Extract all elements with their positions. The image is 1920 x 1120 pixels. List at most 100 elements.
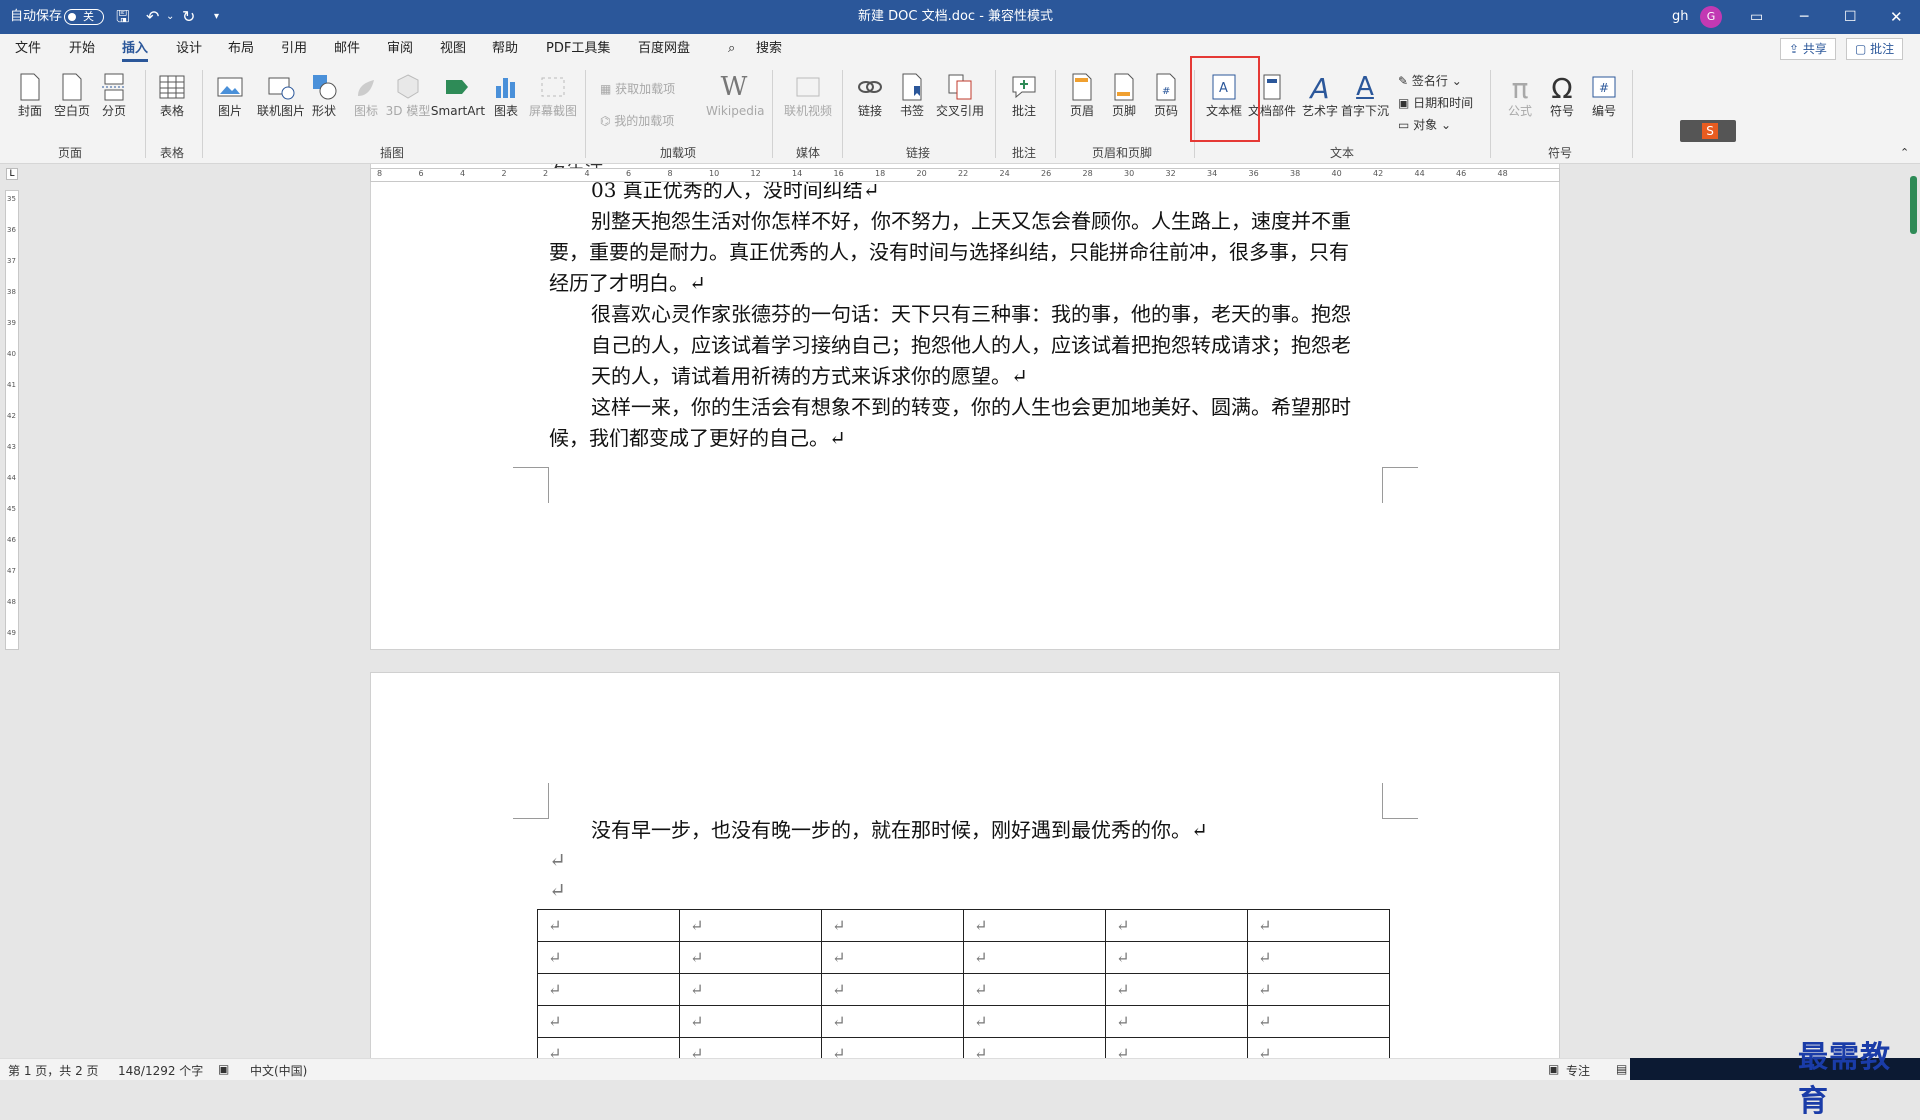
tab-home[interactable]: 开始 [69,34,95,64]
language-indicator[interactable]: 中文(中国) [250,1062,307,1079]
empty-paragraph[interactable]: ↵ [549,845,566,876]
customize-qat-icon[interactable]: ▾ [214,0,219,34]
symbol-button[interactable]: Ω 符号 [1538,68,1586,140]
maximize-icon[interactable]: ☐ [1844,0,1857,34]
header-button[interactable]: 页眉 [1058,68,1106,140]
table-cell[interactable]: ↵ [821,1005,964,1038]
table-cell[interactable]: ↵ [679,909,822,942]
table-cell[interactable]: ↵ [1247,973,1390,1006]
table-cell[interactable]: ↵ [1247,1005,1390,1038]
search-icon[interactable]: ⌕ [728,34,735,64]
table-cell[interactable]: ↵ [679,941,822,974]
tab-mailings[interactable]: 邮件 [334,34,360,64]
proofing-icon[interactable]: ▣ [218,1062,229,1076]
table-cell[interactable]: ↵ [963,1005,1106,1038]
page-indicator[interactable]: 第 1 页，共 2 页 [8,1062,99,1079]
redo-icon[interactable]: ↻ [182,0,195,34]
table-cell[interactable]: ↵ [1247,1037,1390,1058]
link-button[interactable]: 链接 [846,68,894,140]
table-cell[interactable]: ↵ [537,909,680,942]
smartart-button[interactable]: SmartArt [430,68,486,140]
avatar[interactable]: G [1700,6,1722,28]
page-break-button[interactable]: 分页 [90,68,138,140]
save-icon[interactable]: 🖫 [116,0,130,34]
ime-toolbar[interactable]: S [1680,120,1736,142]
horizontal-ruler[interactable]: 8 6 4 2 2 4 6 8 10 12 14 16 18 20 22 24 26 28 30 32 34 36 38 40… [370,168,1560,182]
my-addins-button[interactable]: ⌬ 我的加载项 [600,112,674,129]
table-cell[interactable]: ↵ [537,1037,680,1058]
cross-reference-button[interactable]: 交叉引用 [932,68,988,140]
table-cell[interactable]: ↵ [537,1005,680,1038]
table-cell[interactable]: ↵ [1247,941,1390,974]
document-workspace[interactable]: L 发生活。 03 真正优秀的人，没时间纠结↵ 别整天抱怨生活对你怎样不好，你不… [0,164,1920,1058]
view-mode-icon[interactable]: ▤ [1616,1062,1627,1076]
paragraph-1-line-2[interactable]: 要，重要的是耐力。真正优秀的人，没有时间与选择纠结，只能拼命往前冲，很多事，只有 [549,237,1349,268]
3d-models-button[interactable]: 3D 模型 [384,68,432,140]
paragraph-2-line-1[interactable]: 很喜欢心灵作家张德芬的一句话：天下只有三种事：我的事，他的事，老天的事。抱怨 [591,299,1351,330]
tab-design[interactable]: 设计 [176,34,202,64]
table-cell[interactable]: ↵ [1247,909,1390,942]
tab-help[interactable]: 帮助 [492,34,518,64]
autosave-toggle[interactable]: 关 [64,9,104,25]
blank-page-button[interactable]: 空白页 [48,68,96,140]
ribbon-display-icon[interactable]: ▭ [1750,0,1763,34]
undo-icon[interactable]: ↶ [146,0,159,34]
share-button[interactable]: ⇪ 共享 [1780,38,1836,60]
paragraph-2-line-2[interactable]: 自己的人，应该试着学习接纳自己；抱怨他人的人，应该试着把抱怨转成请求；抱怨老 [591,330,1351,361]
table-button[interactable]: 表格 [148,68,196,140]
table-cell[interactable]: ↵ [1105,1037,1248,1058]
table-row[interactable]: ↵ ↵ ↵ ↵ ↵ ↵ [537,909,1390,942]
empty-paragraph[interactable]: ↵ [549,875,566,906]
date-time-button[interactable]: ▣ 日期和时间 [1398,94,1473,111]
paragraph-3-line-2[interactable]: 候，我们都变成了更好的自己。↵ [549,423,846,454]
table-row[interactable]: ↵ ↵ ↵ ↵ ↵ ↵ [537,973,1390,1006]
chart-button[interactable]: 图表 [482,68,530,140]
document-page-2[interactable]: 没有早一步，也没有晚一步的，就在那时候，刚好遇到最优秀的你。↵ ↵ ↵ ↵ ↵ ↵ ↵… [370,672,1560,1058]
icons-button[interactable]: 图标 [342,68,390,140]
drop-cap-button[interactable]: A 首字下沉 [1340,68,1390,140]
minimize-icon[interactable]: ─ [1800,0,1808,34]
ruler-corner[interactable]: L [6,168,18,180]
table-cell[interactable]: ↵ [963,1037,1106,1058]
paragraph-closing[interactable]: 没有早一步，也没有晚一步的，就在那时候，刚好遇到最优秀的你。↵ [591,815,1208,846]
table-cell[interactable]: ↵ [1105,909,1248,942]
tab-insert[interactable]: 插入 [122,34,149,64]
table-row[interactable]: ↵ ↵ ↵ ↵ ↵ ↵ [537,1037,1390,1058]
tab-review[interactable]: 审阅 [387,34,413,64]
table-cell[interactable]: ↵ [821,941,964,974]
signature-line-button[interactable]: ✎ 签名行 ⌄ [1398,72,1462,89]
vertical-ruler[interactable]: 35 36 37 38 39 40 41 42 43 44 45 46 47 48 49 [5,190,19,650]
bookmark-button[interactable]: 书签 [888,68,936,140]
table-cell[interactable]: ↵ [963,909,1106,942]
tab-file[interactable]: 文件 [15,34,41,64]
table-cell[interactable]: ↵ [1105,941,1248,974]
table-cell[interactable]: ↵ [679,973,822,1006]
table-cell[interactable]: ↵ [821,1037,964,1058]
vertical-scrollbar[interactable] [1908,176,1918,1056]
shapes-button[interactable]: 形状 [300,68,348,140]
document-page-1[interactable]: 发生活。 03 真正优秀的人，没时间纠结↵ 别整天抱怨生活对你怎样不好，你不努力… [370,164,1560,650]
table-cell[interactable]: ↵ [1105,973,1248,1006]
wordart-button[interactable]: A 艺术字 [1296,68,1344,140]
table-cell[interactable]: ↵ [963,941,1106,974]
pictures-button[interactable]: 图片 [206,68,254,140]
tab-view[interactable]: 视图 [440,34,466,64]
table-cell[interactable]: ↵ [537,941,680,974]
paragraph-2-line-3[interactable]: 天的人，请试着用祈祷的方式来诉求你的愿望。↵ [591,361,1028,392]
focus-mode-label[interactable]: 专注 [1566,1062,1590,1079]
page-number-button[interactable]: # 页码 [1142,68,1190,140]
get-addins-button[interactable]: ▦ 获取加载项 [600,80,675,97]
tab-layout[interactable]: 布局 [228,34,254,64]
table-cell[interactable]: ↵ [679,1037,822,1058]
comments-button[interactable]: ▢ 批注 [1846,38,1904,60]
cover-page-button[interactable]: 封面 [6,68,54,140]
document-table[interactable]: ↵ ↵ ↵ ↵ ↵ ↵ ↵ ↵ ↵ ↵ ↵ ↵ ↵ ↵ ↵ ↵ ↵ ↵ ↵ ↵ ↵ ↵ ↵ ↵ ↵ ↵ ↵ ↵ ↵ ↵ [537,909,1390,1058]
word-count[interactable]: 148/1292 个字 [118,1062,203,1079]
tab-references[interactable]: 引用 [281,34,307,64]
table-cell[interactable]: ↵ [821,973,964,1006]
table-cell[interactable]: ↵ [963,973,1106,1006]
paragraph-1-line-1[interactable]: 别整天抱怨生活对你怎样不好，你不努力，上天又怎会眷顾你。人生路上，速度并不重 [591,206,1351,237]
table-cell[interactable]: ↵ [679,1005,822,1038]
table-cell[interactable]: ↵ [1105,1005,1248,1038]
footer-button[interactable]: 页脚 [1100,68,1148,140]
